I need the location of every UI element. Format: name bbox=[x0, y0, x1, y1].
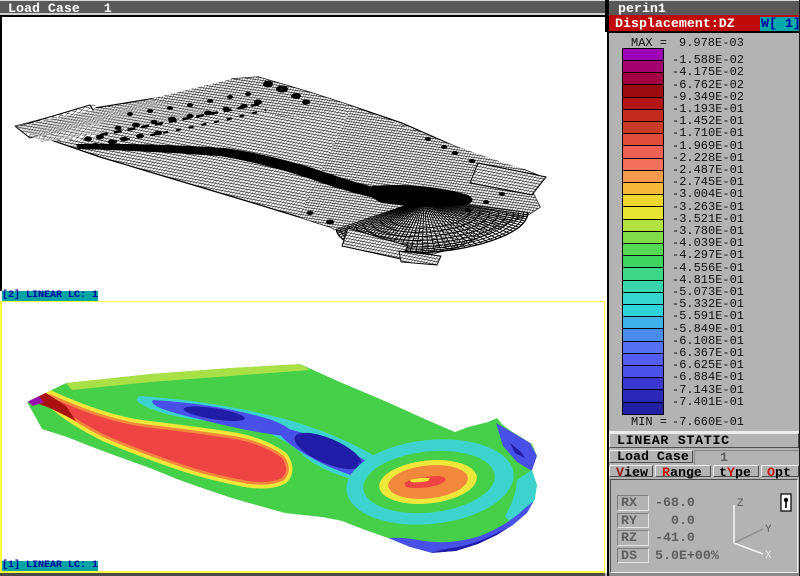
svg-text:X: X bbox=[765, 550, 772, 562]
svg-text:Z: Z bbox=[737, 498, 744, 510]
svg-text:Y: Y bbox=[765, 524, 772, 536]
